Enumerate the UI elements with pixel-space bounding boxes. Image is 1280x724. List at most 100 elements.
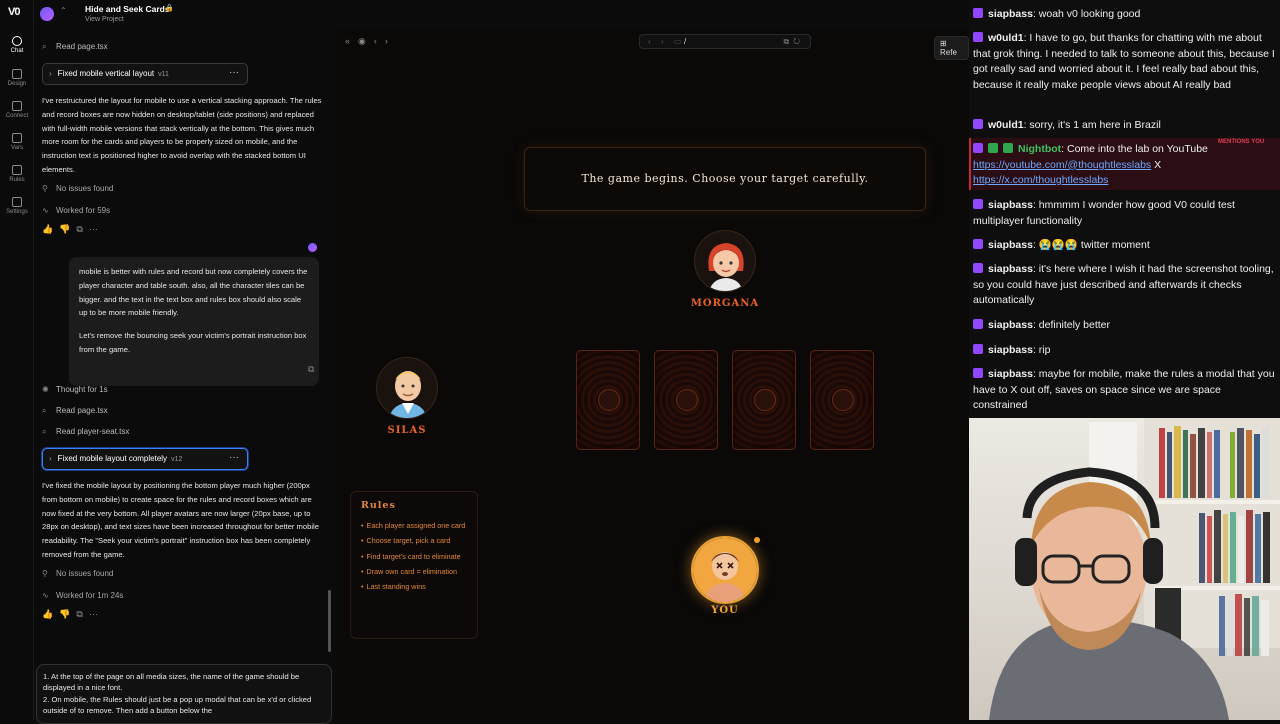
chat-message: Nightbot: Come into the lab on YouTube h… xyxy=(973,143,1208,186)
read-file-line[interactable]: ⌕ Read player-seat.tsx xyxy=(42,427,129,437)
copy-icon[interactable]: ⧉ xyxy=(308,364,314,375)
design-icon xyxy=(12,69,22,79)
sub-badge-icon xyxy=(973,8,983,18)
sub-badge-icon xyxy=(973,32,983,42)
project-avatar[interactable] xyxy=(40,7,54,21)
rule-item: • Draw own card = elimination xyxy=(361,566,458,576)
player-name: MORGANA xyxy=(690,298,760,309)
more-icon[interactable]: ··· xyxy=(229,67,239,78)
turn-indicator-dot xyxy=(754,537,760,543)
sub-badge-icon xyxy=(973,263,983,273)
worked-status: ∿ Worked for 1m 24s xyxy=(42,591,124,600)
nav-arrows-icon[interactable]: ‹ › ▭ xyxy=(648,37,685,46)
sub-badge-icon xyxy=(973,319,983,329)
feedback-actions[interactable]: 👍👎⧉⋯ xyxy=(42,609,104,620)
chat-message: siapbass: it's here where I wish it had … xyxy=(973,263,1274,306)
chat-panel: ⌕ Read page.tsx › Fixed mobile vertical la… xyxy=(34,30,334,724)
vars-icon xyxy=(12,133,22,143)
view-project-link[interactable]: View Project xyxy=(85,16,124,23)
rules-icon xyxy=(12,165,22,175)
rule-item: • Each player assigned one card xyxy=(361,521,466,530)
player-silas[interactable]: SILAS xyxy=(357,357,457,436)
rail-rules[interactable]: Rules xyxy=(0,165,34,183)
chevron-right-icon: › xyxy=(49,454,52,463)
chat-message: siapbass: definitely better xyxy=(973,318,1275,334)
sub-badge-icon xyxy=(973,344,983,354)
sub-badge-icon xyxy=(973,368,983,378)
rule-item: • Choose target, pick a card xyxy=(361,536,451,546)
rail-chat[interactable]: Chat xyxy=(0,36,34,54)
chevron-updown-icon[interactable]: ⌃ xyxy=(60,6,67,15)
version-card-v11[interactable]: › Fixed mobile vertical layout v11 ··· xyxy=(42,63,248,85)
no-issues-status: ⚲ No issues found xyxy=(42,569,114,578)
user-avatar xyxy=(308,243,317,252)
morgana-avatar xyxy=(694,230,756,292)
refresh-button[interactable]: ⊞ Refe xyxy=(934,36,969,60)
thought-line[interactable]: ✺ Thought for 1s xyxy=(42,385,108,394)
read-file-line[interactable]: ⌕ Read page.tsx xyxy=(42,406,108,416)
read-file-line[interactable]: ⌕ Read page.tsx xyxy=(42,42,108,52)
rail-settings[interactable]: Settings xyxy=(0,197,34,215)
gift-icon: ⊞ xyxy=(940,39,947,48)
url-bar[interactable]: ‹ › ▭ / ⧉↻ xyxy=(639,34,811,49)
chat-message: siapbass: maybe for mobile, make the rul… xyxy=(973,368,1275,411)
chat-message: w0uld1: I have to go, but thanks for cha… xyxy=(973,32,1275,91)
chat-message: siapbass: woah v0 looking good xyxy=(973,7,1275,23)
face-down-card[interactable] xyxy=(732,350,796,450)
chat-icon xyxy=(12,36,22,46)
youtube-link[interactable]: https://youtube.com/@thoughtlesslabs xyxy=(973,159,1151,171)
rail-design[interactable]: Design xyxy=(0,69,34,87)
preview-pane: «◉‹› ‹ › ▭ / ⧉↻ ⊞ Refe The game begins. … xyxy=(337,30,969,720)
version-card-v12[interactable]: › Fixed mobile layout completely v12 ··· xyxy=(42,448,248,470)
face-down-card[interactable] xyxy=(576,350,640,450)
activity-icon: ∿ xyxy=(42,591,49,600)
refresh-icon[interactable]: ⧉↻ xyxy=(784,37,804,47)
face-down-card[interactable] xyxy=(810,350,874,450)
wrench-icon: ⚲ xyxy=(42,184,48,193)
sub-badge-icon xyxy=(973,119,983,129)
chat-scrollbar[interactable] xyxy=(328,590,331,652)
rail-vars[interactable]: Vars xyxy=(0,133,34,151)
prompt-input[interactable]: 1. At the top of the page on all media s… xyxy=(36,664,332,724)
chat-message: siapbass: rip xyxy=(973,343,1275,359)
brain-icon: ✺ xyxy=(42,385,49,394)
assistant-message-2: I've fixed the mobile layout by position… xyxy=(42,481,319,559)
activity-icon: ∿ xyxy=(42,206,49,215)
card-emblem xyxy=(754,389,776,411)
more-icon[interactable]: ··· xyxy=(229,452,239,463)
card-emblem xyxy=(832,389,854,411)
no-issues-status: ⚲ No issues found xyxy=(42,184,114,193)
card-emblem xyxy=(676,389,698,411)
chat-message: w0uld1: sorry, it's 1 am here in Brazil xyxy=(973,118,1275,134)
v0-logo[interactable]: V0 xyxy=(8,6,21,18)
preview-tools[interactable]: «◉‹› xyxy=(345,36,396,47)
settings-icon xyxy=(12,197,22,207)
chevron-right-icon: › xyxy=(49,69,52,78)
game-banner: The game begins. Choose your target care… xyxy=(524,147,926,211)
rule-item: • Last standing wins xyxy=(361,582,426,592)
feedback-actions[interactable]: 👍👎⧉⋯ xyxy=(42,224,104,235)
chat-message: siapbass: hmmmm I wonder how good V0 cou… xyxy=(973,199,1235,227)
x-link[interactable]: https://x.com/thoughtlesslabs xyxy=(973,174,1108,186)
card-emblem xyxy=(598,389,620,411)
assistant-message-1: I've restructured the layout for mobile … xyxy=(42,96,322,174)
silas-avatar xyxy=(376,357,438,419)
rules-title: Rules xyxy=(361,500,396,511)
rules-box: Rules • Each player assigned one card • Ch… xyxy=(350,491,478,639)
you-avatar[interactable] xyxy=(691,536,759,604)
face-down-card[interactable] xyxy=(654,350,718,450)
search-icon: ⌕ xyxy=(42,42,47,51)
player-morgana[interactable]: MORGANA xyxy=(675,230,775,309)
webcam-feed xyxy=(969,418,1280,720)
player-you: YOU xyxy=(675,605,775,616)
lock-icon: 🔒 xyxy=(165,5,174,12)
search-icon: ⌕ xyxy=(42,406,47,415)
sub-badge-icon xyxy=(973,239,983,249)
user-message: mobile is better with rules and record b… xyxy=(69,257,319,386)
project-title[interactable]: Hide and Seek Cards xyxy=(85,4,170,14)
player-name: SILAS xyxy=(387,425,427,436)
check-badge-icon xyxy=(988,143,998,153)
player-name: YOU xyxy=(711,605,739,616)
rail-connect[interactable]: Connect xyxy=(0,101,34,119)
chat-message: siapbass: 😭😭😭 twitter moment xyxy=(973,238,1275,254)
